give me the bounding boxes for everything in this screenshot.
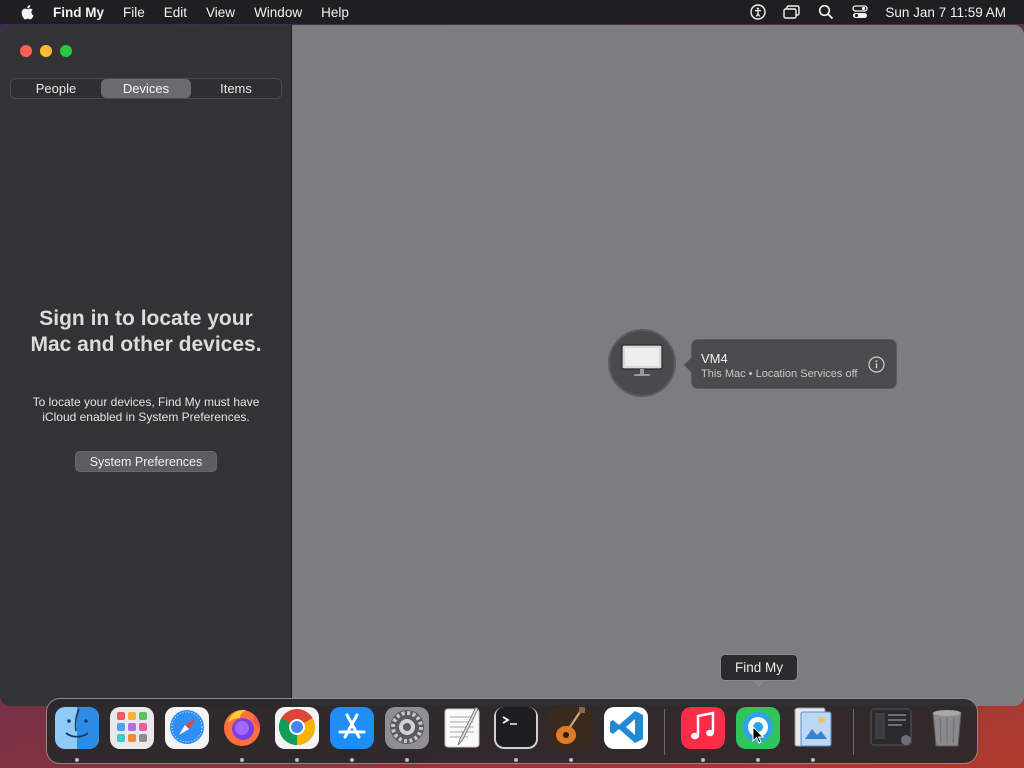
device-callout[interactable]: VM4 This Mac • Location Services off [684,339,897,389]
textedit-icon [440,707,484,751]
dock-system-preferences[interactable] [385,707,429,751]
guitar-icon [549,707,593,751]
tab-devices[interactable]: Devices [101,79,191,98]
signin-heading: Sign in to locate your Mac and other dev… [30,307,262,356]
safari-icon [165,707,209,751]
preview-icon [791,707,835,751]
map-area[interactable]: VM4 This Mac • Location Services off [292,25,1024,706]
dock-finder[interactable] [55,707,99,751]
accessibility-icon[interactable] [749,3,767,21]
system-preferences-button[interactable]: System Preferences [75,451,217,472]
sidebar-tab-control: People Devices Items [10,78,282,99]
music-note-icon [681,707,725,751]
dock-firefox[interactable] [220,707,264,751]
dock-tooltip: Find My [720,654,798,681]
running-indicator [240,758,244,762]
dock-preview[interactable] [791,707,835,751]
mouse-pointer-icon [752,725,765,749]
dock-tooltip-tail [753,680,765,687]
dock-safari[interactable] [165,707,209,751]
running-indicator [295,758,299,762]
running-indicator [405,758,409,762]
running-indicator [811,758,815,762]
downloads-stack-icon [869,707,913,751]
dock-launchpad[interactable] [110,707,154,751]
vscode-icon [604,707,648,751]
dock-garageband[interactable] [549,707,593,751]
menu-bar-status-area: Sun Jan 7 11:59 AM [741,0,1024,24]
terminal-icon [494,707,538,751]
finder-icon [55,707,99,751]
dock-terminal[interactable] [494,707,538,751]
firefox-icon [220,707,264,751]
device-name: VM4 [701,351,728,366]
launchpad-icon [110,707,154,751]
menu-view[interactable]: View [199,5,247,20]
minimize-window-button[interactable] [40,45,52,57]
apple-menu-icon[interactable] [19,4,35,20]
screen-mirroring-icon[interactable] [783,3,801,21]
imac-icon [620,343,664,384]
dock-chrome[interactable] [275,707,319,751]
dock-music[interactable] [681,707,725,751]
running-indicator [75,758,79,762]
device-subtitle: This Mac • Location Services off [701,368,858,380]
dock-separator [664,709,665,755]
menu-window[interactable]: Window [247,5,314,20]
tab-people[interactable]: People [11,79,101,98]
running-indicator [756,758,760,762]
dock-vscode[interactable] [604,707,648,751]
trash-icon [925,707,969,751]
tab-items[interactable]: Items [191,79,281,98]
dock-downloads[interactable] [869,707,913,751]
gear-icon [385,707,429,751]
dock-separator [853,709,854,755]
dock [46,698,978,764]
dock-trash[interactable] [925,707,969,751]
device-pin[interactable] [608,329,676,397]
control-center-icon[interactable] [851,3,869,21]
find-my-window: People Devices Items Sign in to locate y… [0,25,1024,706]
menu-edit[interactable]: Edit [157,5,199,20]
menu-help[interactable]: Help [314,5,361,20]
chrome-icon [275,707,319,751]
sidebar: People Devices Items Sign in to locate y… [0,25,292,706]
close-window-button[interactable] [20,45,32,57]
callout-arrow [684,357,692,373]
spotlight-search-icon[interactable] [817,3,835,21]
dock-app-store[interactable] [330,707,374,751]
dock-textedit[interactable] [440,707,484,751]
running-indicator [569,758,573,762]
running-indicator [701,758,705,762]
running-indicator [514,758,518,762]
menu-app-name[interactable]: Find My [53,5,116,20]
menu-bar-clock[interactable]: Sun Jan 7 11:59 AM [885,5,1006,20]
zoom-window-button[interactable] [60,45,72,57]
running-indicator [350,758,354,762]
signin-description: To locate your devices, Find My must hav… [32,395,260,424]
menu-bar: Find My File Edit View Window Help Sun J… [0,0,1024,24]
app-store-icon [330,707,374,751]
info-icon[interactable] [868,356,885,373]
menu-file[interactable]: File [116,5,157,20]
